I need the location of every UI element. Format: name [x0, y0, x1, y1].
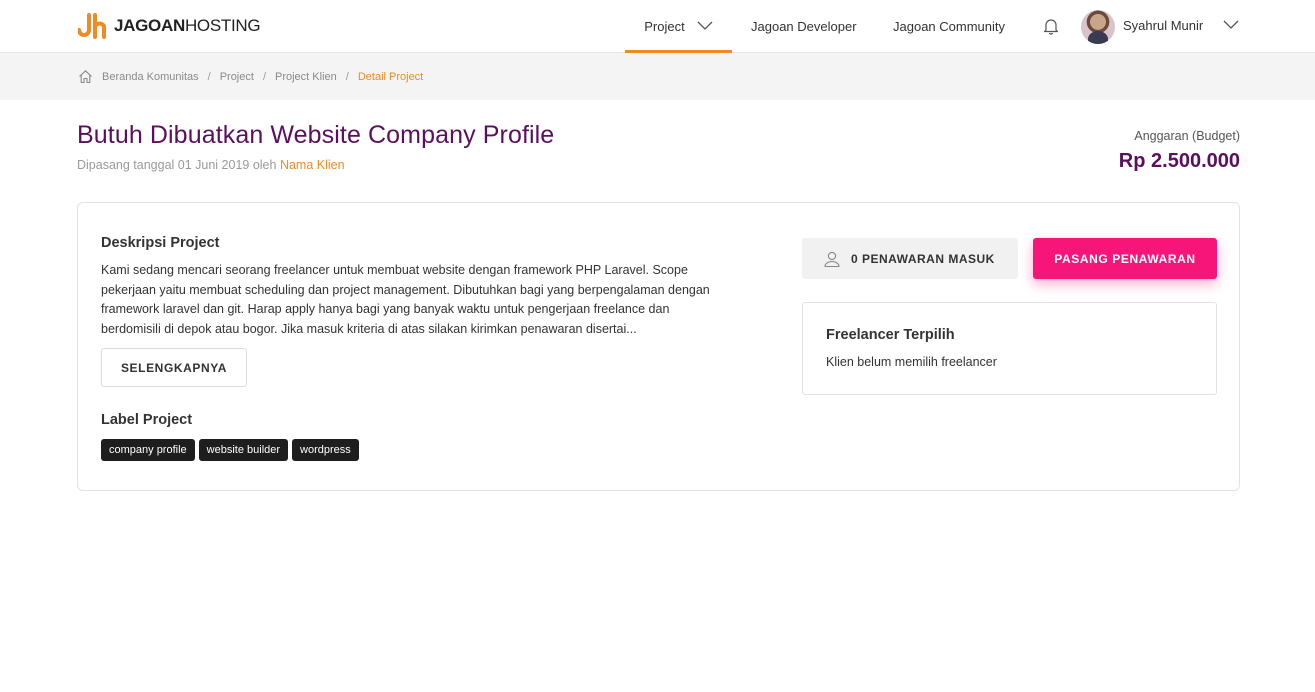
tag-wordpress[interactable]: wordpress — [292, 439, 359, 461]
offers-count-button[interactable]: 0 PENAWARAN MASUK — [802, 238, 1018, 279]
description-heading: Deskripsi Project — [101, 235, 220, 251]
tag-company-profile[interactable]: company profile — [101, 439, 195, 461]
chevron-down-icon — [697, 21, 713, 30]
nav-project[interactable]: Project — [625, 0, 732, 53]
client-name-link[interactable]: Nama Klien — [280, 158, 345, 172]
posted-date: Dipasang tanggal 01 Juni 2019 oleh — [77, 158, 277, 172]
nav-jagoan-community[interactable]: Jagoan Community — [893, 0, 1005, 53]
breadcrumb-item-detail-project: Detail Project — [357, 70, 424, 83]
user-menu-chevron-down-icon[interactable] — [1223, 19, 1239, 31]
breadcrumb-separator: / — [345, 70, 349, 83]
description-text: Kami sedang mencari seorang freelancer u… — [101, 263, 710, 336]
avatar[interactable] — [1081, 10, 1115, 44]
chosen-freelancer-box: Freelancer Terpilih Klien belum memilih … — [802, 302, 1217, 395]
jagoanhosting-logo[interactable]: JAGOANHOSTING — [78, 13, 261, 39]
logo-mark-icon — [78, 13, 106, 39]
page-title: Butuh Dibuatkan Website Company Profile — [77, 121, 555, 149]
breadcrumb-item-project[interactable]: Project — [220, 71, 254, 83]
breadcrumb: Beranda Komunitas / Project / Project Kl… — [78, 69, 423, 84]
home-icon[interactable] — [78, 69, 93, 84]
budget-value: Rp 2.500.000 — [1118, 150, 1240, 172]
place-bid-button[interactable]: PASANG PENAWARAN — [1033, 238, 1217, 279]
nav-project-label: Project — [644, 18, 685, 34]
user-icon — [824, 251, 840, 267]
project-detail-card: Deskripsi Project Kami sedang mencari se… — [77, 202, 1240, 491]
top-navbar: JAGOANHOSTING Project Jagoan Developer J… — [0, 0, 1315, 53]
chosen-freelancer-heading: Freelancer Terpilih — [826, 327, 955, 343]
breadcrumb-separator: / — [207, 70, 211, 83]
budget-label: Anggaran (Budget) — [1134, 129, 1240, 143]
bell-icon[interactable] — [1042, 17, 1060, 35]
label-heading: Label Project — [101, 412, 193, 428]
chosen-freelancer-status: Klien belum memilih freelancer — [826, 355, 997, 369]
tag-website-builder[interactable]: website builder — [198, 439, 289, 461]
offers-count-label: 0 PENAWARAN MASUK — [851, 251, 995, 266]
breadcrumb-item-beranda[interactable]: Beranda Komunitas — [102, 71, 199, 83]
nav-jagoan-developer[interactable]: Jagoan Developer — [751, 0, 857, 53]
user-name[interactable]: Syahrul Munir — [1123, 18, 1203, 33]
logo-text: JAGOANHOSTING — [114, 16, 261, 35]
breadcrumb-item-project-klien[interactable]: Project Klien — [275, 71, 337, 83]
breadcrumb-separator: / — [262, 70, 266, 83]
read-more-button[interactable]: SELENGKAPNYA — [101, 348, 247, 387]
tag-list: company profile website builder wordpres… — [101, 439, 359, 461]
breadcrumb-bar: Beranda Komunitas / Project / Project Kl… — [0, 53, 1315, 100]
posted-info: Dipasang tanggal 01 Juni 2019 oleh Nama … — [77, 158, 345, 172]
